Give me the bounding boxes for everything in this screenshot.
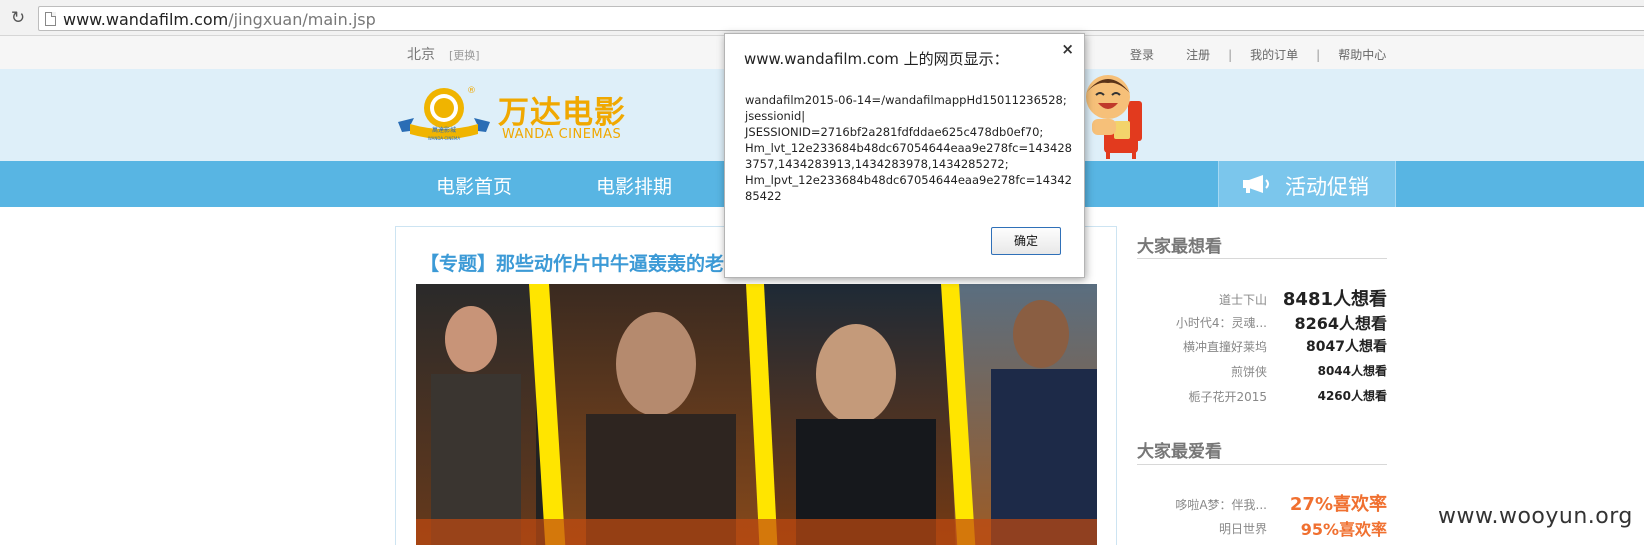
list-item[interactable]: 小时代4：灵魂... 8264人想看 [1137,309,1387,333]
registered-mark: ® [467,86,476,96]
movie-name: 煎饼侠 [1230,365,1267,379]
like-rate: 95%喜欢率 [1300,520,1387,539]
ok-button[interactable]: 确定 [991,227,1061,255]
close-icon[interactable]: × [1061,40,1074,58]
login-link[interactable]: 登录 [1130,46,1154,63]
url-path: /jingxuan/main.jsp [228,10,376,29]
separator: | [1316,48,1321,62]
list-item[interactable]: 栀子花开2015 4260人想看 [1137,384,1387,408]
nav-home[interactable]: 电影首页 [436,172,512,199]
emblem-text: 萬達影城 [432,126,456,134]
register-link[interactable]: 注册 [1186,46,1210,63]
want-count: 8044人想看 [1317,364,1387,378]
city-label: 北京 [407,47,435,63]
divider [1137,258,1387,259]
mascot-icon [1086,75,1142,159]
message-line: JSESSIONID=2716bf2a281fdfddae625c478db0e… [745,125,1044,139]
screenshot-root: ↻ www.wandafilm.com/jingxuan/main.jsp 北京… [0,0,1644,545]
watermark: www.wooyun.org [1438,504,1633,529]
dialog-title: www.wandafilm.com 上的网页显示： [744,50,1009,68]
browser-toolbar: ↻ www.wandafilm.com/jingxuan/main.jsp [0,0,1644,36]
feature-title-link[interactable]: 【专题】那些动作片中牛逼轰轰的老 [420,249,724,276]
movie-name: 哆啦A梦：伴我... [1175,498,1267,512]
movie-name: 横冲直撞好莱坞 [1182,340,1267,354]
movie-name: 道士下山 [1218,293,1267,307]
want-count: 8481人想看 [1282,289,1387,310]
url-text[interactable]: www.wandafilm.com/jingxuan/main.jsp [63,10,376,29]
want-count: 4260人想看 [1317,389,1387,403]
list-item[interactable]: 明日世界 95%喜欢率 [1137,515,1387,539]
nav-promotions[interactable]: 活动促销 [1218,161,1396,207]
list-item[interactable]: 煎饼侠 8044人想看 [1137,359,1387,383]
movie-name: 栀子花开2015 [1188,390,1267,404]
separator: | [1228,48,1233,62]
address-bar[interactable]: www.wandafilm.com/jingxuan/main.jsp [38,6,1644,31]
top-links: 登录|注册|我的订单|帮助中心 [1130,46,1386,63]
list-item[interactable]: 哆啦A梦：伴我... 27%喜欢率 [1137,490,1387,515]
want-count: 8047人想看 [1306,339,1387,355]
help-center-link[interactable]: 帮助中心 [1338,46,1386,63]
list-item[interactable]: 道士下山 8481人想看 [1137,285,1387,310]
url-host: www.wandafilm.com [63,10,229,29]
page-icon [45,12,56,26]
logo-english: WANDA CINEMAS [502,127,622,142]
alert-dialog: www.wandafilm.com 上的网页显示： × wandafilm201… [724,33,1085,278]
my-orders-link[interactable]: 我的订单 [1250,46,1298,63]
most-loved-heading: 大家最爱看 [1137,442,1222,462]
message-line: jsessionid| [745,109,806,123]
movie-name: 明日世界 [1218,522,1267,536]
want-count: 8264人想看 [1294,314,1387,333]
feature-poster-image[interactable] [416,284,1097,545]
logo-chinese: 万达电影 [498,95,626,131]
message-line: wandafilm2015-06-14=/wandafilmappHd15011… [745,93,1067,107]
movie-name: 小时代4：灵魂... [1175,316,1267,330]
reload-icon[interactable]: ↻ [8,8,28,28]
message-line: Hm_lvt_12e233684b48dc67054644eaa9e278fc=… [745,141,1072,155]
message-line: Hm_lpvt_12e233684b48dc67054644eaa9e278fc… [745,173,1072,187]
city-change-link[interactable]: [更换] [449,47,480,63]
like-rate: 27%喜欢率 [1289,494,1387,515]
wanda-logo-icon[interactable]: ® 萬達影城 WANDA CINEMA [396,84,492,142]
divider [1137,464,1387,465]
emblem-subtext: WANDA CINEMA [428,136,460,141]
dialog-message: wandafilm2015-06-14=/wandafilmappHd15011… [745,92,1072,204]
most-wanted-heading: 大家最想看 [1137,237,1222,257]
message-line: 85422 [745,189,782,203]
message-line: 3757,1434283913,1434283978,1434285272; [745,157,1009,171]
list-item[interactable]: 横冲直撞好莱坞 8047人想看 [1137,334,1387,358]
megaphone-icon [1243,175,1269,193]
promo-label: 活动促销 [1285,175,1369,199]
nav-schedule[interactable]: 电影排期 [596,172,672,199]
